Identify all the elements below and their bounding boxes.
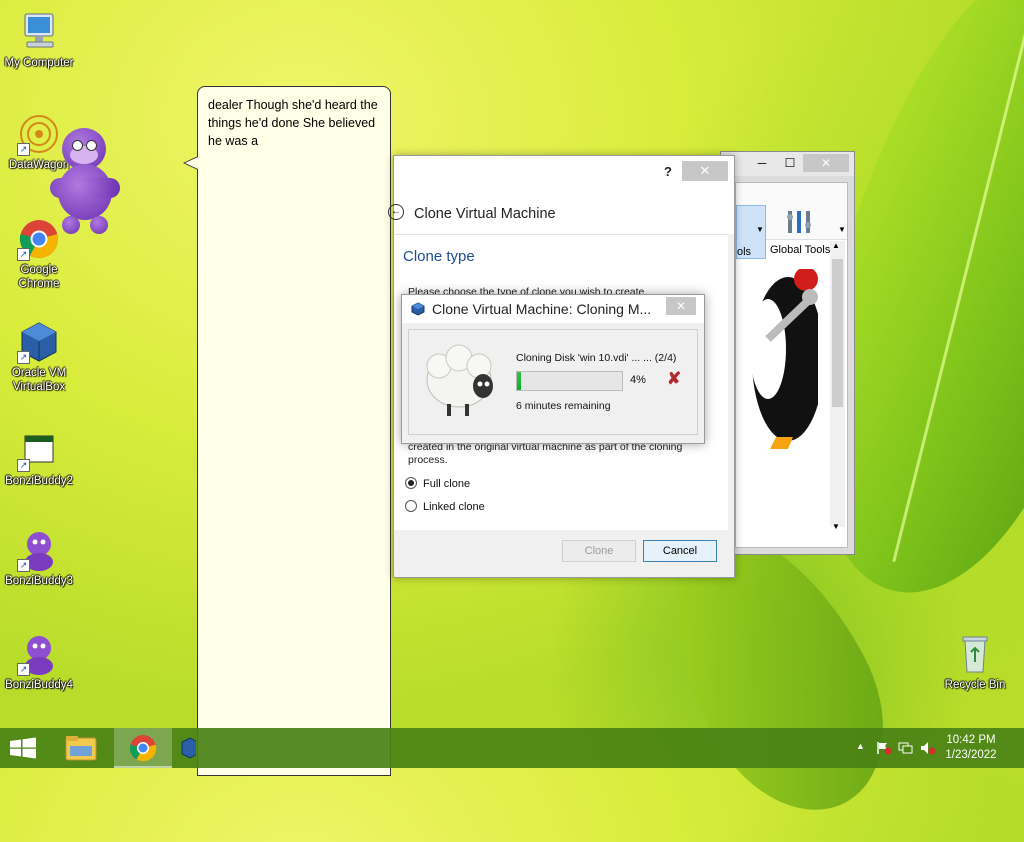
chrome-icon (129, 735, 157, 762)
global-tools-label: Global Tools (770, 244, 831, 256)
shortcut-arrow-icon: ↗ (17, 351, 30, 364)
chevron-down-icon[interactable]: ▼ (838, 225, 846, 234)
desktop-icon-label: Oracle VM VirtualBox (11, 367, 67, 393)
progress-percent: 4% (630, 374, 646, 386)
virtualbox-icon: ↗ (17, 320, 61, 364)
minimize-button[interactable]: ─ (747, 154, 777, 172)
windows-logo-icon (10, 737, 36, 759)
desktop-icon-label: BonziBuddy3 (5, 575, 73, 587)
radio-label: Linked clone (423, 501, 485, 513)
desktop-icon-bonzibuddy2[interactable]: ↗ BonziBuddy2 (1, 428, 77, 488)
desktop-icon-my-computer[interactable]: My Computer (1, 10, 77, 70)
vertical-scrollbar[interactable]: ▲ ▼ (830, 241, 845, 531)
progress-bar-fill (517, 372, 522, 390)
bonzi-eye (72, 140, 83, 151)
radio-unselected-icon (405, 500, 417, 512)
desktop-icon-label: BonziBuddy4 (5, 679, 73, 691)
progress-body: Cloning Disk 'win 10.vdi' ... ... (2/4) … (408, 329, 698, 435)
back-arrow-icon[interactable]: ← (388, 204, 404, 220)
computer-icon (17, 10, 61, 54)
recycle-bin-icon (953, 632, 997, 676)
shortcut-arrow-icon: ↗ (17, 663, 30, 676)
clock-time: 10:42 PM (946, 734, 996, 746)
speech-balloon: dealer Though she'd heard the things he'… (197, 86, 391, 776)
speech-balloon-tail-fill (185, 157, 198, 169)
scroll-up-icon[interactable]: ▲ (832, 241, 840, 250)
global-tools-icon[interactable] (784, 207, 814, 237)
taskbar-file-explorer[interactable] (52, 728, 110, 768)
linked-clone-radio[interactable]: Linked clone (405, 500, 485, 513)
wizard-close-button[interactable]: ✕ (682, 161, 728, 181)
shortcut-arrow-icon: ↗ (17, 248, 30, 261)
volume-muted-icon[interactable] (920, 741, 936, 755)
bonzi-eye (86, 140, 97, 151)
bonzi-arms (50, 178, 120, 198)
shortcut-arrow-icon: ↗ (17, 143, 30, 156)
cancel-button[interactable]: Cancel (643, 540, 717, 562)
progress-close-button[interactable]: ✕ (666, 297, 696, 315)
desktop-icon-label: BonziBuddy2 (5, 475, 73, 487)
desktop-icon-recycle-bin[interactable]: Recycle Bin (937, 632, 1013, 692)
full-clone-radio[interactable]: Full clone (405, 477, 470, 490)
bonzi-foot (62, 216, 80, 234)
radio-label: Full clone (423, 478, 471, 490)
sheep-icon (419, 336, 501, 418)
virtualbox-icon (181, 737, 199, 759)
machine-tools-label: ols (737, 246, 752, 258)
time-remaining: 6 minutes remaining (516, 400, 611, 412)
chevron-down-icon[interactable]: ▼ (756, 225, 764, 234)
close-button[interactable]: ✕ (803, 154, 849, 172)
progress-status: Cloning Disk 'win 10.vdi' ... ... (2/4) (516, 352, 677, 364)
desktop-icon-bonzibuddy4[interactable]: ↗ BonziBuddy4 (1, 632, 77, 692)
speech-balloon-text: dealer Though she'd heard the things he'… (208, 98, 378, 148)
desktop-icon-label: Recycle Bin (944, 679, 1006, 691)
bonzi-icon: ↗ (17, 528, 61, 572)
shortcut-arrow-icon: ↗ (17, 459, 30, 472)
wizard-title: Clone Virtual Machine (414, 206, 556, 222)
manager-toolbar: ols ▼ Global Tools ▼ (736, 183, 847, 259)
bonzi-buddy-character[interactable] (50, 124, 126, 238)
shortcut-arrow-icon: ↗ (17, 559, 30, 572)
virtualbox-icon (411, 302, 425, 316)
show-hidden-icons-icon[interactable]: ▲ (856, 741, 872, 755)
manager-content: ols ▼ Global Tools ▼ ▲ ▼ (735, 182, 848, 548)
maximize-button[interactable]: ☐ (775, 154, 805, 172)
taskbar: ▲ 10:42 PM 1/23/2022 (0, 728, 1024, 768)
bonzi-icon: ↗ (17, 632, 61, 676)
manager-titlebar: ─ ☐ ✕ (721, 152, 854, 176)
desktop-icon-label: Google Chrome (18, 264, 60, 290)
virtualbox-manager-window[interactable]: ─ ☐ ✕ ols ▼ Global Tools ▼ ▲ ▼ (720, 151, 855, 555)
scrollbar-thumb[interactable] (832, 259, 843, 407)
progress-titlebar: Clone Virtual Machine: Cloning M... ✕ (402, 295, 704, 323)
taskbar-clock[interactable]: 10:42 PM 1/23/2022 (936, 733, 1006, 763)
bonzi-foot (90, 216, 108, 234)
taskbar-google-chrome[interactable] (114, 728, 172, 768)
action-center-flag-icon[interactable] (876, 741, 892, 755)
help-button[interactable]: ? (664, 164, 672, 179)
progress-title: Clone Virtual Machine: Cloning M... (432, 301, 652, 317)
section-heading: Clone type (403, 248, 475, 265)
desktop-icon-bonzibuddy3[interactable]: ↗ BonziBuddy3 (1, 528, 77, 588)
cloning-progress-dialog[interactable]: Clone Virtual Machine: Cloning M... ✕ Cl… (401, 294, 705, 444)
desktop-icon-label: My Computer (4, 57, 74, 69)
folder-icon (65, 736, 97, 761)
system-tray: ▲ 10:42 PM 1/23/2022 (844, 728, 1024, 768)
tux-penguin-illustration (748, 267, 824, 449)
start-button[interactable] (8, 737, 38, 759)
radio-selected-icon (405, 477, 417, 489)
scroll-down-icon[interactable]: ▼ (832, 522, 840, 531)
desktop-icon-virtualbox[interactable]: ↗ Oracle VM VirtualBox (1, 320, 77, 394)
application-window-icon: ↗ (17, 428, 61, 472)
cancel-operation-icon[interactable]: ✘ (667, 370, 681, 388)
network-icon[interactable] (898, 741, 914, 755)
clone-button[interactable]: Clone (562, 540, 636, 562)
clock-date: 1/23/2022 (945, 749, 997, 761)
wizard-description-bottom: created in the original virtual machine … (408, 441, 683, 466)
taskbar-virtualbox[interactable] (176, 728, 199, 768)
wizard-titlebar: ? ✕ (394, 156, 734, 186)
progress-bar (516, 371, 623, 391)
